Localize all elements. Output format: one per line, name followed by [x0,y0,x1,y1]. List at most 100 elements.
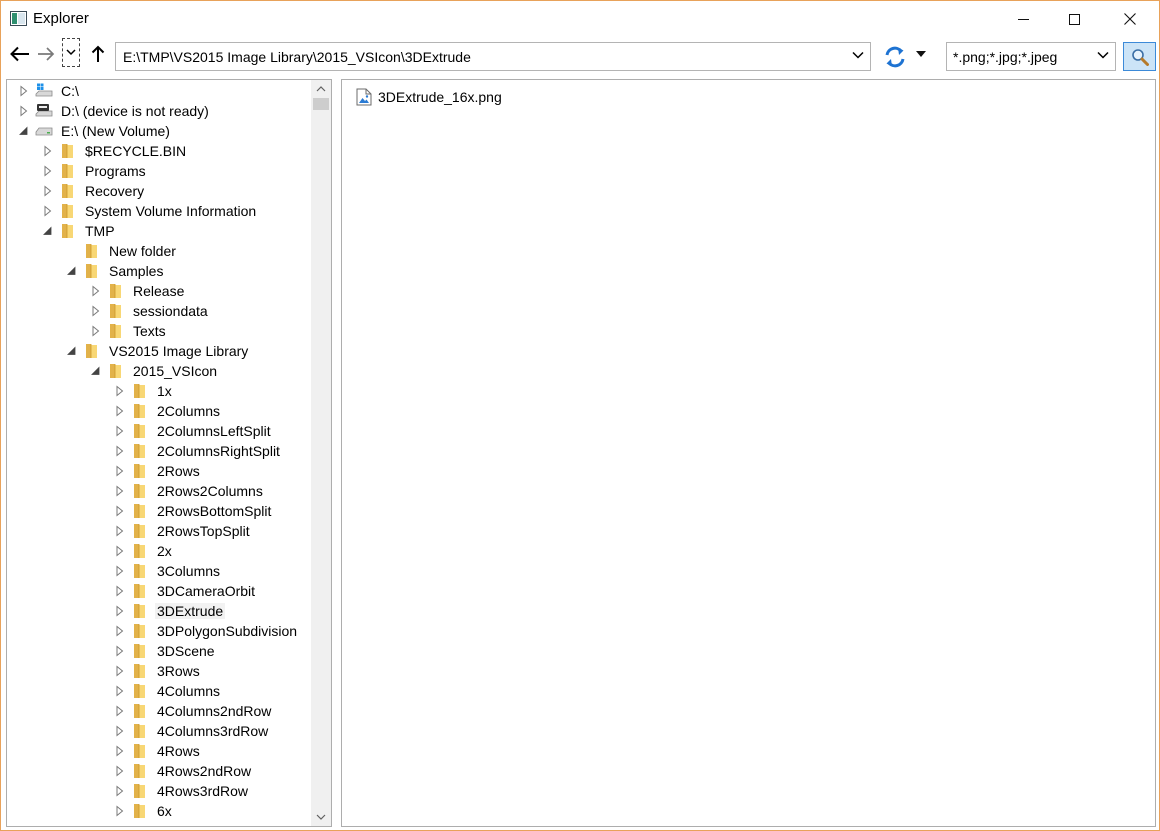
tree-item[interactable]: 3Rows [7,661,312,681]
collapse-arrow-icon[interactable] [67,345,77,357]
tree-item[interactable]: 3DPolygonSubdivision [7,621,312,641]
expand-arrow-icon[interactable] [115,505,125,517]
expand-arrow-icon[interactable] [115,605,125,617]
folder-tree[interactable]: C:\ D:\ (device is not ready) E:\ (New Vol… [6,79,332,827]
file-list-panel[interactable]: 3DExtrude_16x.png [341,79,1156,827]
expand-arrow-icon[interactable] [91,285,101,297]
expand-arrow-icon[interactable] [115,525,125,537]
tree-item[interactable]: 2015_VSIcon [7,361,312,381]
tree-item[interactable]: 4Rows3rdRow [7,781,312,801]
tree-item[interactable]: 2RowsBottomSplit [7,501,312,521]
expand-arrow-icon[interactable] [19,85,29,97]
collapse-arrow-icon[interactable] [19,125,29,137]
tree-item[interactable]: 2Columns [7,401,312,421]
expand-arrow-icon[interactable] [115,485,125,497]
expand-arrow-icon[interactable] [115,665,125,677]
tree-item[interactable]: 3DCameraOrbit [7,581,312,601]
file-filter-select[interactable]: *.png;*.jpg;*.jpeg [946,42,1116,71]
collapse-arrow-icon[interactable] [91,365,101,377]
tree-item[interactable]: 3DExtrude [7,601,312,621]
folder-icon [134,664,145,678]
expand-arrow-icon[interactable] [115,385,125,397]
expand-arrow-icon[interactable] [115,705,125,717]
tree-item[interactable]: TMP [7,221,312,241]
tree-item[interactable]: 2Rows2Columns [7,481,312,501]
refresh-icon[interactable] [883,45,907,69]
tree-item[interactable]: 3DScene [7,641,312,661]
tree-item[interactable]: Samples [7,261,312,281]
up-button[interactable] [86,41,110,67]
tree-item[interactable]: sessiondata [7,301,312,321]
tree-item[interactable]: Texts [7,321,312,341]
tree-item[interactable]: Release [7,281,312,301]
address-bar[interactable]: E:\TMP\VS2015 Image Library\2015_VSIcon\… [115,42,871,71]
tree-item[interactable]: 4Rows [7,741,312,761]
expand-arrow-icon[interactable] [43,185,53,197]
expand-arrow-icon[interactable] [115,585,125,597]
tree-item[interactable]: 4Columns3rdRow [7,721,312,741]
tree-item[interactable]: New folder [7,241,312,261]
window-title: Explorer [33,10,89,27]
folder-icon [134,784,145,798]
expand-arrow-icon[interactable] [115,465,125,477]
tree-item[interactable]: Recovery [7,181,312,201]
chevron-down-icon[interactable] [852,50,864,60]
collapse-arrow-icon[interactable] [43,225,53,237]
expand-arrow-icon[interactable] [43,165,53,177]
file-item[interactable]: 3DExtrude_16x.png [356,87,502,107]
tree-item[interactable]: 4Rows2ndRow [7,761,312,781]
tree-item[interactable]: System Volume Information [7,201,312,221]
expand-arrow-icon[interactable] [115,765,125,777]
address-input[interactable]: E:\TMP\VS2015 Image Library\2015_VSIcon\… [123,49,471,65]
expand-arrow-icon[interactable] [43,145,53,157]
minimize-button[interactable] [997,1,1049,37]
tree-item[interactable]: 4Columns [7,681,312,701]
refresh-dropdown-icon[interactable] [916,50,926,58]
search-button[interactable] [1123,42,1156,71]
expand-arrow-icon[interactable] [115,545,125,557]
expand-arrow-icon[interactable] [115,625,125,637]
tree-item[interactable]: Programs [7,161,312,181]
expand-arrow-icon[interactable] [115,725,125,737]
expand-arrow-icon[interactable] [115,745,125,757]
tree-item-label: C:\ [61,83,79,99]
expand-arrow-icon[interactable] [115,445,125,457]
expand-arrow-icon[interactable] [91,305,101,317]
expand-arrow-icon[interactable] [115,805,125,817]
expand-arrow-icon[interactable] [19,105,29,117]
collapse-arrow-icon[interactable] [67,265,77,277]
tree-item[interactable]: 1x [7,381,312,401]
forward-button[interactable] [34,41,58,67]
expand-arrow-icon[interactable] [115,685,125,697]
tree-item[interactable]: 2ColumnsLeftSplit [7,421,312,441]
tree-item[interactable]: 2RowsTopSplit [7,521,312,541]
expand-arrow-icon[interactable] [91,325,101,337]
tree-item[interactable]: D:\ (device is not ready) [7,101,312,121]
tree-item-label: Samples [109,263,164,279]
tree-item[interactable]: VS2015 Image Library [7,341,312,361]
tree-item[interactable]: 6x [7,801,312,821]
tree-item[interactable]: 3Columns [7,561,312,581]
tree-scrollbar[interactable] [311,80,331,826]
expand-arrow-icon[interactable] [115,405,125,417]
expand-arrow-icon[interactable] [115,425,125,437]
tree-item[interactable]: 2ColumnsRightSplit [7,441,312,461]
tree-item[interactable]: 4Columns2ndRow [7,701,312,721]
tree-item[interactable]: E:\ (New Volume) [7,121,312,141]
back-button[interactable] [7,41,33,67]
maximize-button[interactable] [1048,1,1100,37]
title-bar[interactable]: Explorer [1,1,1159,37]
expand-arrow-icon[interactable] [115,645,125,657]
tree-item[interactable]: 2Rows [7,461,312,481]
scroll-thumb[interactable] [313,98,329,110]
tree-item[interactable]: 2x [7,541,312,561]
history-dropdown-button[interactable] [62,38,80,67]
expand-arrow-icon[interactable] [115,565,125,577]
tree-item[interactable]: $RECYCLE.BIN [7,141,312,161]
tree-item[interactable]: C:\ [7,81,312,101]
expand-arrow-icon[interactable] [115,785,125,797]
scroll-up-button[interactable] [311,80,331,97]
close-button[interactable] [1104,1,1156,37]
expand-arrow-icon[interactable] [43,205,53,217]
scroll-down-button[interactable] [311,809,331,826]
